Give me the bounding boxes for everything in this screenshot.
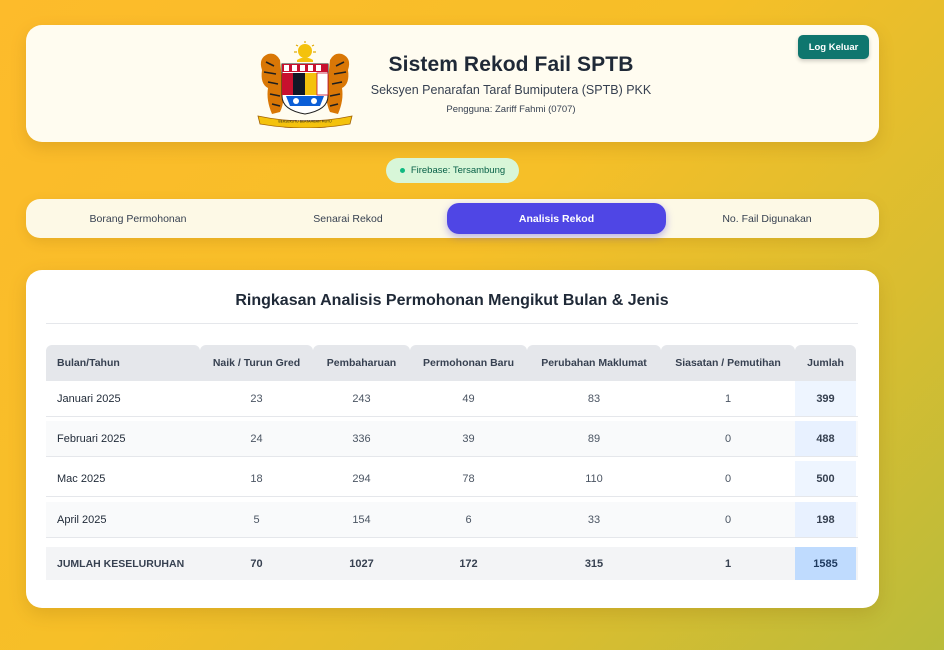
total-value-cell: 315: [584, 557, 604, 570]
month-cell: Januari 2025: [57, 392, 121, 405]
value-cell: 24: [250, 432, 263, 445]
column-header-naik-turun-gred: Naik / Turun Gred: [200, 345, 313, 381]
value-cell: 23: [250, 392, 263, 405]
header-card: BERSEKUTU BERTAMBAH MUTU Sistem Rekod Fa…: [26, 25, 879, 142]
value-cell: 89: [587, 432, 601, 445]
value-cell: 1: [724, 392, 732, 405]
value-cell: 0: [724, 472, 732, 485]
logout-button[interactable]: Log Keluar: [798, 35, 869, 59]
column-header-siasatan-pemutihan: Siasatan / Pemutihan: [661, 345, 795, 381]
tab-borang-permohonan[interactable]: Borang Permohonan: [27, 203, 249, 234]
value-cell: 154: [352, 513, 371, 526]
value-cell: 0: [724, 432, 732, 445]
value-cell: 294: [352, 472, 371, 485]
page-title: Sistem Rekod Fail SPTB: [388, 53, 634, 76]
column-header-jumlah: Jumlah: [795, 345, 856, 381]
value-cell: 5: [253, 513, 260, 526]
analysis-title: Ringkasan Analisis Permohonan Mengikut B…: [235, 292, 669, 309]
grand-total-cell: 1585: [795, 547, 856, 580]
grand-total-label: JUMLAH KESELURUHAN: [57, 557, 185, 570]
total-value-cell: 1027: [349, 557, 374, 570]
value-cell: 83: [587, 392, 601, 405]
value-cell: 33: [587, 513, 601, 526]
column-header-perubahan-maklumat: Perubahan Maklumat: [527, 345, 661, 381]
malaysia-coat-of-arms-icon: BERSEKUTU BERTAMBAH MUTU: [257, 41, 353, 128]
title-divider: [46, 323, 858, 324]
header-text: Sistem Rekod Fail SPTB Seksyen Penarafan…: [356, 53, 666, 115]
column-header-bulan: Bulan/Tahun: [46, 345, 200, 381]
month-cell: April 2025: [57, 513, 107, 526]
column-header-pembaharuan: Pembaharuan: [313, 345, 410, 381]
table-row: Mac 2025 18 294 78 110 0 500: [46, 461, 858, 497]
table-row: Februari 2025 24 336 39 89 0 488: [46, 421, 858, 457]
firebase-status-badge: Firebase: Tersambung: [386, 158, 519, 183]
value-cell: 49: [462, 392, 475, 405]
crest-motto: BERSEKUTU BERTAMBAH MUTU: [278, 120, 332, 124]
table-row: April 2025 5 154 6 33 0 198: [46, 502, 858, 538]
firebase-status-label: Firebase: Tersambung: [410, 165, 506, 176]
value-cell: 336: [352, 432, 371, 445]
analysis-card: Ringkasan Analisis Permohonan Mengikut B…: [26, 270, 879, 608]
column-header-permohonan-baru: Permohonan Baru: [410, 345, 527, 381]
value-cell: 0: [724, 513, 732, 526]
current-user-label: Pengguna: Zariff Fahmi (0707): [446, 104, 576, 115]
main-tabs: Borang Permohonan Senarai Rekod Analisis…: [26, 199, 879, 238]
value-cell: 6: [465, 513, 472, 526]
status-dot-icon: [399, 168, 405, 173]
tab-no-fail-digunakan[interactable]: No. Fail Digunakan: [657, 203, 877, 234]
month-cell: Februari 2025: [57, 432, 126, 445]
value-cell: 243: [352, 392, 371, 405]
table-total-row: JUMLAH KESELURUHAN 70 1027 172 315 1 158…: [46, 547, 858, 580]
total-value-cell: 172: [459, 557, 478, 570]
row-total-cell: 488: [795, 421, 856, 456]
table-header-row: Bulan/Tahun Naik / Turun Gred Pembaharua…: [46, 345, 858, 381]
table-row: Januari 2025 23 243 49 83 1 399: [46, 381, 858, 417]
value-cell: 78: [462, 472, 475, 485]
value-cell: 39: [462, 432, 475, 445]
month-cell: Mac 2025: [57, 472, 106, 485]
value-cell: 110: [585, 472, 603, 485]
row-total-cell: 399: [795, 381, 856, 416]
total-value-cell: 70: [250, 557, 263, 570]
page-subtitle: Seksyen Penarafan Taraf Bumiputera (SPTB…: [370, 83, 652, 97]
value-cell: 18: [250, 472, 263, 485]
tab-senarai-rekod[interactable]: Senarai Rekod: [238, 203, 458, 234]
tab-analisis-rekod[interactable]: Analisis Rekod: [447, 203, 666, 234]
total-value-cell: 1: [724, 557, 732, 570]
row-total-cell: 500: [795, 461, 856, 496]
row-total-cell: 198: [795, 502, 856, 537]
